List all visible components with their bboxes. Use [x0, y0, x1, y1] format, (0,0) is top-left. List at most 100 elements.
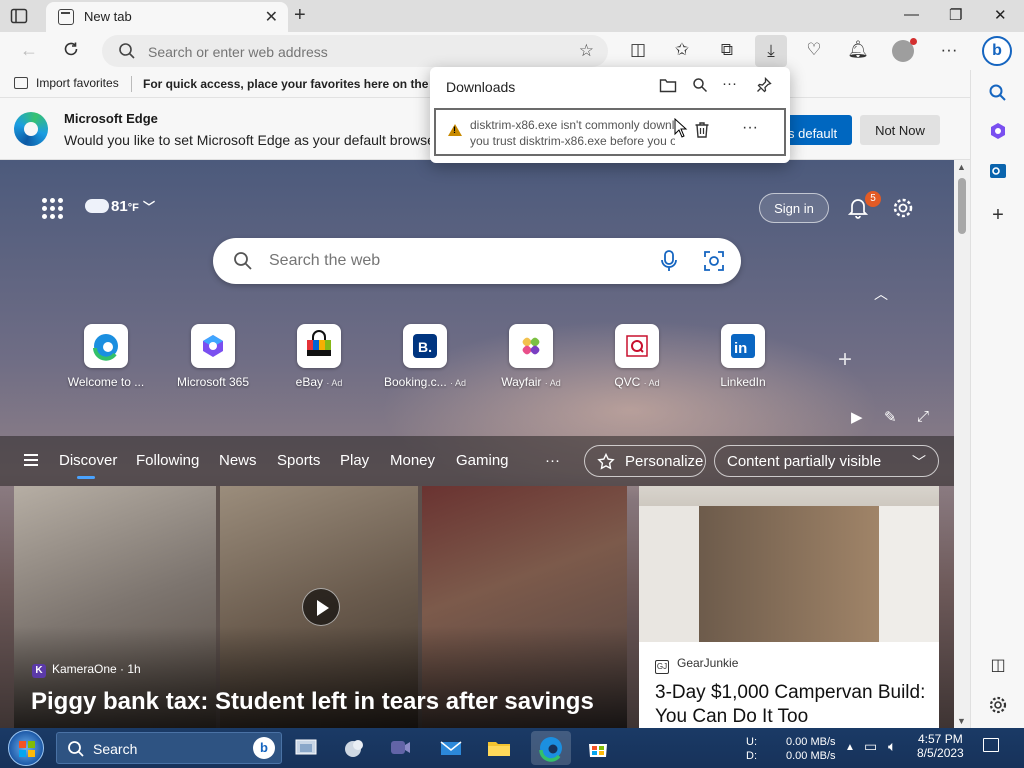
- back-arrow-icon[interactable]: ←: [20, 40, 38, 61]
- address-bar[interactable]: ☆: [102, 35, 608, 67]
- pin-icon[interactable]: [756, 77, 772, 93]
- quick-link-microsoft-365[interactable]: Microsoft 365: [167, 324, 259, 389]
- profile-avatar[interactable]: [892, 38, 917, 62]
- tab-discover[interactable]: Discover: [59, 452, 117, 479]
- notification-center-icon[interactable]: [983, 738, 999, 752]
- collections-icon[interactable]: ⧉: [716, 40, 738, 62]
- content-visibility-dropdown[interactable]: Content partially visible ﹀: [714, 445, 939, 477]
- web-search-box[interactable]: [213, 238, 741, 284]
- visual-search-icon[interactable]: [703, 250, 725, 272]
- favorite-star-icon[interactable]: ☆: [579, 41, 594, 61]
- scroll-up-icon[interactable]: ▲: [957, 162, 966, 172]
- refresh-icon[interactable]: [62, 40, 80, 58]
- page-scrollbar[interactable]: ▲ ▼: [954, 160, 970, 728]
- app-launcher-icon[interactable]: [42, 198, 63, 219]
- downloads-icon[interactable]: ⤓: [755, 35, 787, 67]
- weather-app-icon[interactable]: [339, 734, 367, 762]
- open-folder-icon[interactable]: [659, 77, 677, 93]
- voice-search-mic-icon[interactable]: [659, 250, 679, 272]
- bing-icon[interactable]: b: [253, 737, 275, 759]
- favorites-icon[interactable]: ✩: [671, 40, 693, 62]
- quick-link-qvc[interactable]: QVC · Ad: [591, 324, 683, 389]
- play-background-icon[interactable]: ▶: [851, 408, 863, 426]
- search-downloads-icon[interactable]: [692, 77, 708, 93]
- edge-icon: [539, 737, 562, 762]
- edge-taskbar-button[interactable]: [531, 731, 571, 765]
- download-more-options-icon[interactable]: ···: [742, 119, 758, 137]
- sidebar-toggle-icon[interactable]: ◫: [987, 655, 1009, 677]
- file-explorer-icon[interactable]: [485, 734, 513, 762]
- settings-more-icon[interactable]: ···: [938, 40, 960, 62]
- tab-following[interactable]: Following: [136, 452, 199, 469]
- scroll-down-icon[interactable]: ▼: [957, 716, 966, 726]
- feed-card-side[interactable]: GJ GearJunkie 3-Day $1,000 Campervan Buil…: [639, 486, 939, 728]
- weather-widget[interactable]: 81°F ﹀: [85, 193, 155, 215]
- sidebar-add-icon[interactable]: +: [987, 204, 1009, 226]
- page-settings-gear-icon[interactable]: [892, 197, 914, 219]
- card-headline[interactable]: 3-Day $1,000 Campervan Build: You Can Do…: [655, 681, 935, 728]
- tab-money[interactable]: Money: [390, 452, 435, 469]
- sidebar-search-icon[interactable]: [987, 82, 1009, 104]
- quick-link-label: Wayfair · Ad: [501, 375, 561, 389]
- sidebar-microsoft-365-icon[interactable]: [987, 120, 1009, 142]
- teams-chat-icon[interactable]: [386, 734, 414, 762]
- sidebar-settings-gear-icon[interactable]: [987, 694, 1009, 716]
- split-screen-icon[interactable]: ◫: [627, 40, 649, 62]
- close-window-icon[interactable]: ✕: [994, 6, 1007, 24]
- tab-news[interactable]: News: [219, 452, 257, 469]
- tab-actions-icon[interactable]: [10, 7, 28, 25]
- feed-menu-hamburger-icon[interactable]: [24, 454, 38, 466]
- more-tabs-button[interactable]: ···: [545, 452, 560, 469]
- web-search-input[interactable]: [269, 252, 629, 270]
- bing-copilot-icon[interactable]: b: [982, 36, 1012, 66]
- quick-link-booking[interactable]: B. Booking.c... · Ad: [379, 324, 471, 389]
- collapse-chevron-up-icon[interactable]: ︿: [874, 284, 888, 304]
- microsoft-365-icon: [203, 335, 223, 357]
- system-clock[interactable]: 4:57 PM 8/5/2023: [917, 732, 964, 760]
- scrollbar-thumb[interactable]: [958, 178, 966, 234]
- sign-in-button[interactable]: Sign in: [759, 193, 829, 223]
- task-view-icon[interactable]: [292, 734, 320, 762]
- taskbar-search-box[interactable]: Search b: [56, 732, 282, 764]
- linkedin-icon: in: [731, 334, 755, 358]
- personalize-button[interactable]: Personalize: [584, 445, 706, 477]
- tab-gaming[interactable]: Gaming: [456, 452, 509, 469]
- minimize-icon[interactable]: —: [904, 6, 919, 23]
- tab-new-tab[interactable]: New tab ✕: [46, 2, 288, 32]
- mail-icon[interactable]: [437, 734, 465, 762]
- browser-essentials-icon[interactable]: ♡: [803, 40, 825, 62]
- feed-card-main[interactable]: K KameraOne · 1h Piggy bank tax: Student …: [14, 486, 627, 728]
- address-input[interactable]: [148, 44, 548, 60]
- add-site-plus-icon[interactable]: +: [838, 346, 852, 374]
- downloads-title: Downloads: [446, 79, 516, 95]
- download-item[interactable]: disktrim-x86.exe isn't commonly download…: [434, 108, 786, 156]
- set-as-default-button[interactable]: s default: [782, 115, 852, 145]
- close-tab-icon[interactable]: ✕: [265, 7, 278, 27]
- video-play-icon[interactable]: [302, 588, 340, 626]
- import-favorites-button[interactable]: Import favorites: [14, 76, 119, 90]
- clock-date: 8/5/2023: [917, 746, 964, 760]
- network-icon[interactable]: ▭: [864, 738, 877, 755]
- edit-background-icon[interactable]: ✎: [884, 408, 897, 426]
- not-now-button[interactable]: Not Now: [860, 115, 940, 145]
- start-button[interactable]: [8, 730, 44, 766]
- delete-trash-icon[interactable]: [694, 121, 710, 139]
- store-icon[interactable]: [584, 734, 612, 762]
- quick-link-ebay[interactable]: eBay · Ad: [273, 324, 365, 389]
- volume-icon[interactable]: 🔈︎: [888, 738, 896, 755]
- sidebar-outlook-icon[interactable]: [987, 160, 1009, 182]
- notifications-bell-icon[interactable]: 🔔︎: [847, 40, 869, 62]
- tab-sports[interactable]: Sports: [277, 452, 320, 469]
- content-visibility-label: Content partially visible: [727, 453, 882, 470]
- quick-link-welcome[interactable]: Welcome to ...: [60, 324, 152, 389]
- card-headline[interactable]: Piggy bank tax: Student left in tears af…: [31, 688, 594, 716]
- tray-overflow-icon[interactable]: ▲: [845, 742, 855, 753]
- new-tab-plus-icon[interactable]: +: [294, 4, 306, 27]
- fullscreen-expand-icon[interactable]: ⤢: [917, 408, 929, 425]
- ebay-shopping-bag-icon: [307, 330, 331, 356]
- tab-play[interactable]: Play: [340, 452, 369, 469]
- downloads-more-icon[interactable]: ···: [722, 75, 737, 92]
- quick-link-linkedin[interactable]: in LinkedIn: [697, 324, 789, 389]
- restore-icon[interactable]: ❐: [949, 6, 962, 24]
- quick-link-wayfair[interactable]: Wayfair · Ad: [485, 324, 577, 389]
